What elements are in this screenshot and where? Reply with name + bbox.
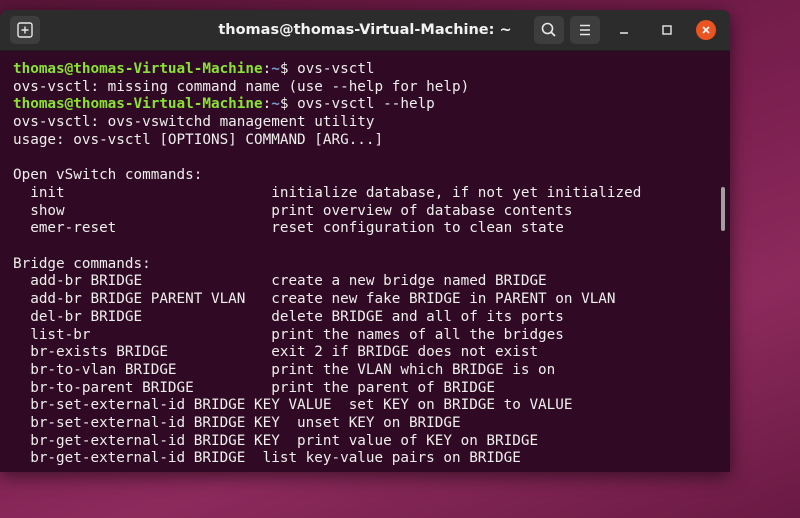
close-icon <box>702 26 710 34</box>
menu-button[interactable] <box>570 16 600 44</box>
terminal-output-line: br-set-external-id BRIDGE KEY unset KEY … <box>13 415 461 431</box>
terminal-output[interactable]: thomas@thomas-Virtual-Machine:~$ ovs-vsc… <box>0 50 716 472</box>
search-icon <box>541 22 556 37</box>
minimize-icon <box>620 32 628 34</box>
terminal-prompt-line: thomas@thomas-Virtual-Machine:~$ ovs-vsc… <box>13 60 375 78</box>
terminal-output-line: add-br BRIDGE create a new bridge named … <box>13 273 547 290</box>
terminal-output-line: Bridge commands: <box>13 255 151 272</box>
terminal-output-line: br-to-vlan BRIDGE print the VLAN which B… <box>13 361 556 378</box>
terminal-output-line: show print overview of database contents <box>13 202 573 219</box>
prompt-user-host: thomas@thomas-Virtual-Machine <box>13 96 263 113</box>
terminal-output-line: ovs-vsctl: missing command name (use --h… <box>13 78 470 95</box>
terminal-output-line: del-br BRIDGE delete BRIDGE and all of i… <box>13 308 564 325</box>
maximize-button[interactable] <box>657 20 677 40</box>
prompt-command: ovs-vsctl <box>297 61 375 77</box>
terminal-output-line: emer-reset reset configuration to clean … <box>13 220 564 237</box>
prompt-symbol: $ <box>279 61 298 77</box>
terminal-output-line: init initialize database, if not yet ini… <box>13 184 642 201</box>
terminal-output-line: br-set-external-id BRIDGE KEY VALUE set … <box>13 397 573 414</box>
prompt-path: ~ <box>271 61 280 77</box>
terminal-output-line: add-br BRIDGE PARENT VLAN create new fak… <box>13 291 616 308</box>
terminal-window: thomas@thomas-Virtual-Machine: ~ thomas@… <box>0 10 730 472</box>
terminal-output-line: usage: ovs-vsctl [OPTIONS] COMMAND [ARG.… <box>13 131 384 148</box>
terminal-output-line: list-br print the names of all the bridg… <box>13 326 564 343</box>
terminal-output-line: br-exists BRIDGE exit 2 if BRIDGE does n… <box>13 344 539 361</box>
terminal-output-line: br-to-parent BRIDGE print the parent of … <box>13 379 496 396</box>
minimize-button[interactable] <box>614 20 634 40</box>
prompt-symbol: $ <box>279 96 298 113</box>
hamburger-menu-icon <box>580 24 590 36</box>
terminal-output-line: ovs-vsctl: ovs-vswitchd management utili… <box>13 114 375 131</box>
close-button[interactable] <box>696 20 716 40</box>
prompt-command: ovs-vsctl --help <box>297 96 435 113</box>
prompt-user-host: thomas@thomas-Virtual-Machine <box>13 61 263 77</box>
maximize-icon <box>662 25 672 35</box>
title-bar: thomas@thomas-Virtual-Machine: ~ <box>0 10 730 51</box>
terminal-prompt-line: thomas@thomas-Virtual-Machine:~$ ovs-vsc… <box>13 95 435 113</box>
terminal-output-line: br-get-external-id BRIDGE list key-value… <box>13 450 521 467</box>
prompt-separator: : <box>262 61 272 77</box>
prompt-path: ~ <box>271 96 280 113</box>
terminal-output-line: Open vSwitch commands: <box>13 167 203 184</box>
prompt-separator: : <box>262 96 272 113</box>
scrollbar[interactable] <box>721 187 725 231</box>
search-button[interactable] <box>534 16 564 44</box>
terminal-output-line: br-get-external-id BRIDGE KEY print valu… <box>13 432 539 449</box>
